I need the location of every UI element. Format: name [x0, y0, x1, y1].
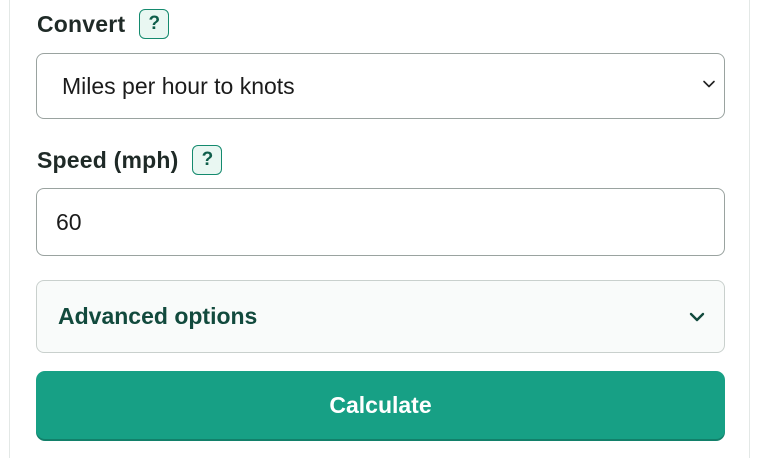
calculate-button[interactable]: Calculate: [36, 371, 725, 439]
chevron-down-icon: [689, 312, 705, 322]
convert-label-row: Convert ?: [37, 9, 170, 39]
speed-label-row: Speed (mph) ?: [37, 145, 223, 175]
chevron-down-icon: [703, 80, 715, 88]
convert-select-value: Miles per hour to knots: [62, 72, 295, 99]
speed-label: Speed (mph): [37, 146, 179, 173]
speed-input[interactable]: [36, 188, 725, 256]
advanced-options-toggle[interactable]: Advanced options: [36, 280, 725, 353]
convert-label: Convert: [37, 10, 126, 37]
convert-select[interactable]: Miles per hour to knots: [36, 53, 725, 119]
speed-help-button[interactable]: ?: [192, 145, 223, 175]
convert-help-button[interactable]: ?: [139, 9, 170, 39]
advanced-options-label: Advanced options: [58, 303, 258, 329]
